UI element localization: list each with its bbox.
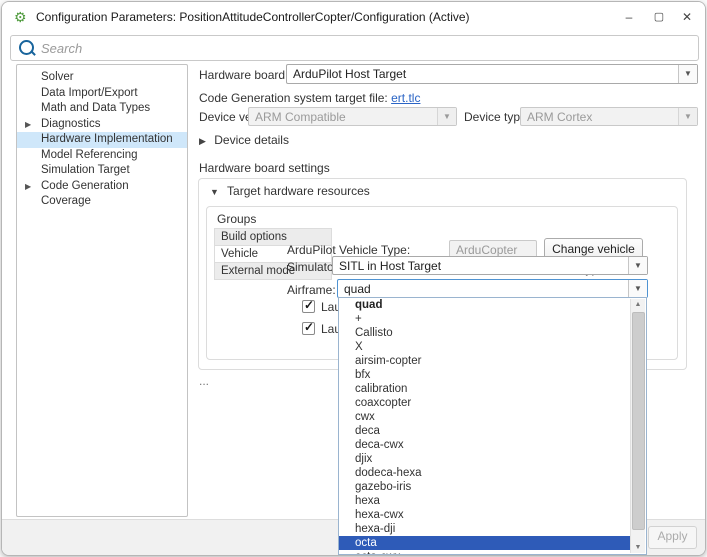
sidebar-item-label: Math and Data Types [41, 102, 150, 114]
dropdown-option[interactable]: cwx [339, 410, 631, 424]
sidebar-item-label: Model Referencing [41, 149, 138, 161]
device-vendor-combo: ARM Compatible ▼ [248, 107, 457, 126]
dropdown-option[interactable]: deca-cwx [339, 438, 631, 452]
target-file-label: Code Generation system target file: ert.… [199, 91, 420, 105]
sidebar-item-diagnostics[interactable]: ▶ Diagnostics [17, 117, 187, 133]
sidebar-item-hardware-implementation[interactable]: Hardware Implementation [17, 132, 187, 148]
dropdown-option[interactable]: deca [339, 424, 631, 438]
category-tree: Solver Data Import/Export Math and Data … [16, 64, 188, 517]
dropdown-option[interactable]: gazebo-iris [339, 480, 631, 494]
chevron-down-icon[interactable]: ▼ [678, 65, 697, 83]
dropdown-option[interactable]: coaxcopter [339, 396, 631, 410]
sidebar-item-coverage[interactable]: Coverage [17, 194, 187, 210]
sidebar-item-simulation-target[interactable]: Simulation Target [17, 163, 187, 179]
search-icon [19, 40, 34, 55]
chevron-down-icon: ▼ [437, 108, 456, 125]
collapsed-arrow-icon[interactable]: ▶ [199, 136, 206, 146]
dropdown-option[interactable]: X [339, 340, 631, 354]
search-bar [10, 35, 699, 61]
sidebar-item-label: Code Generation [41, 180, 129, 192]
configuration-parameters-dialog: ⚙ Configuration Parameters: PositionAtti… [1, 1, 706, 556]
device-details-expander[interactable]: ▶ Device details [199, 133, 289, 147]
dropdown-option-highlighted[interactable]: octa [339, 536, 631, 550]
checkmark-icon: ✓ [304, 298, 314, 312]
sidebar-item-label: Hardware Implementation [41, 133, 173, 145]
expand-arrow-icon[interactable]: ▶ [25, 117, 31, 133]
scroll-up-icon[interactable]: ▲ [631, 299, 645, 311]
chevron-down-icon: ▼ [678, 108, 697, 125]
hardware-board-value: ArduPilot Host Target [293, 65, 677, 83]
sidebar-item-label: Coverage [41, 195, 91, 207]
sidebar-item-data-import-export[interactable]: Data Import/Export [17, 86, 187, 102]
apply-button[interactable]: Apply [648, 526, 697, 549]
sidebar-item-label: Data Import/Export [41, 87, 138, 99]
minimize-button[interactable]: – [613, 2, 645, 32]
sidebar-item-model-referencing[interactable]: Model Referencing [17, 148, 187, 164]
vehicle-type-label: ArduPilot Vehicle Type: [287, 243, 410, 257]
device-vendor-value: ARM Compatible [255, 108, 436, 126]
expanded-arrow-icon[interactable]: ▼ [210, 187, 219, 197]
close-button[interactable]: ✕ [671, 2, 703, 32]
sidebar-item-label: Solver [41, 71, 74, 83]
target-file-label-text: Code Generation system target file: [199, 91, 388, 105]
dropdown-option[interactable]: hexa-cwx [339, 508, 631, 522]
sidebar-item-solver[interactable]: Solver [17, 70, 187, 86]
sidebar-item-code-generation[interactable]: ▶ Code Generation [17, 179, 187, 195]
groups-label: Groups [214, 212, 259, 226]
device-type-combo: ARM Cortex ▼ [520, 107, 698, 126]
expand-arrow-icon[interactable]: ▶ [25, 179, 31, 195]
checkmark-icon: ✓ [304, 320, 314, 334]
dropdown-option[interactable]: octa-cwx [339, 550, 631, 555]
simulator-value: SITL in Host Target [339, 257, 627, 275]
dropdown-option[interactable]: hexa-dji [339, 522, 631, 536]
sidebar-item-math-and-data-types[interactable]: Math and Data Types [17, 101, 187, 117]
checkbox-checked[interactable]: ✓ [302, 322, 315, 335]
simulator-combo[interactable]: SITL in Host Target ▼ [332, 256, 648, 275]
device-type-value: ARM Cortex [527, 108, 677, 126]
search-input[interactable] [39, 38, 683, 58]
chevron-down-icon[interactable]: ▼ [628, 280, 647, 297]
airframe-label: Airframe: [287, 283, 336, 297]
title-bar: ⚙ Configuration Parameters: PositionAtti… [2, 2, 705, 32]
dropdown-option[interactable]: Callisto [339, 326, 631, 340]
scroll-down-icon[interactable]: ▼ [631, 542, 645, 554]
airframe-dropdown-list: quad + Callisto X airsim-copter bfx cali… [338, 297, 647, 555]
sidebar-item-label: Simulation Target [41, 164, 130, 176]
dropdown-option[interactable]: hexa [339, 494, 631, 508]
window-title: Configuration Parameters: PositionAttitu… [36, 10, 470, 24]
hardware-board-label: Hardware board: [199, 68, 288, 82]
airframe-value: quad [344, 280, 627, 298]
resources-label: Target hardware resources [227, 184, 370, 198]
device-details-label: Device details [214, 133, 289, 147]
dropdown-option[interactable]: + [339, 312, 631, 326]
dropdown-option[interactable]: bfx [339, 368, 631, 382]
resources-expander[interactable]: ▼ Target hardware resources [206, 184, 374, 198]
hardware-board-combo[interactable]: ArduPilot Host Target ▼ [286, 64, 698, 84]
sidebar-item-label: Diagnostics [41, 118, 100, 130]
ert-tlc-link[interactable]: ert.tlc [391, 91, 420, 105]
airframe-combo[interactable]: quad ▼ [337, 279, 648, 298]
hardware-board-settings-heading: Hardware board settings [199, 161, 330, 175]
checkbox-checked[interactable]: ✓ [302, 300, 315, 313]
dropdown-scrollbar[interactable]: ▲ ▼ [630, 299, 645, 553]
dropdown-option[interactable]: quad [339, 298, 631, 312]
chevron-down-icon[interactable]: ▼ [628, 257, 647, 274]
scrollbar-thumb[interactable] [632, 312, 645, 530]
more-content-ellipsis: ... [199, 374, 209, 388]
dropdown-option[interactable]: calibration [339, 382, 631, 396]
dropdown-option[interactable]: dodeca-hexa [339, 466, 631, 480]
dropdown-option[interactable]: djix [339, 452, 631, 466]
dropdown-option[interactable]: airsim-copter [339, 354, 631, 368]
simulink-gear-icon: ⚙ [14, 8, 27, 26]
